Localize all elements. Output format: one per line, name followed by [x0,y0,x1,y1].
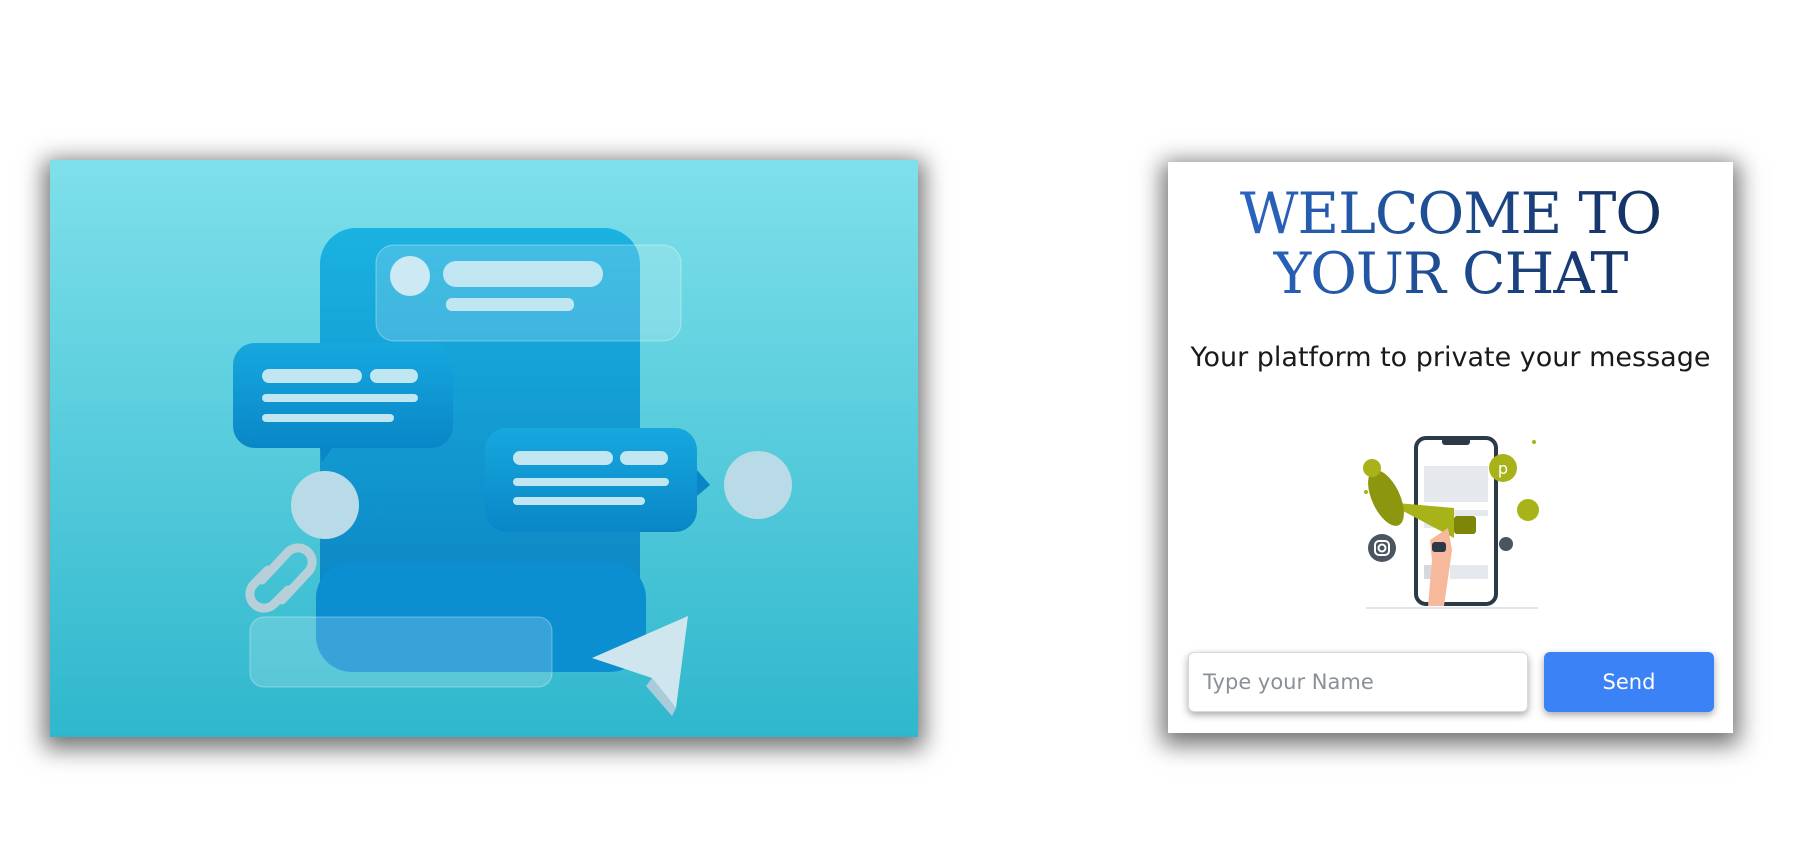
chat-bubbles-illustration [50,160,918,737]
whatsapp-icon [1517,499,1539,521]
page-subtitle: Your platform to private your message [1190,342,1711,373]
name-input[interactable] [1188,652,1528,712]
title-line-1: WELCOME TO [1239,181,1662,247]
twitter-icon [1363,459,1381,477]
page-title: WELCOME TO YOUR CHAT [1168,184,1733,304]
facebook-icon [1499,537,1513,551]
send-button[interactable]: Send [1544,652,1714,712]
welcome-card: WELCOME TO YOUR CHAT Your platform to pr… [1168,162,1733,733]
megaphone-phone-illustration: p [1358,430,1548,614]
title-line-2: YOUR CHAT [1273,241,1628,307]
instagram-icon [1368,534,1396,562]
hero-image [50,160,918,737]
svg-text:p: p [1498,459,1508,478]
